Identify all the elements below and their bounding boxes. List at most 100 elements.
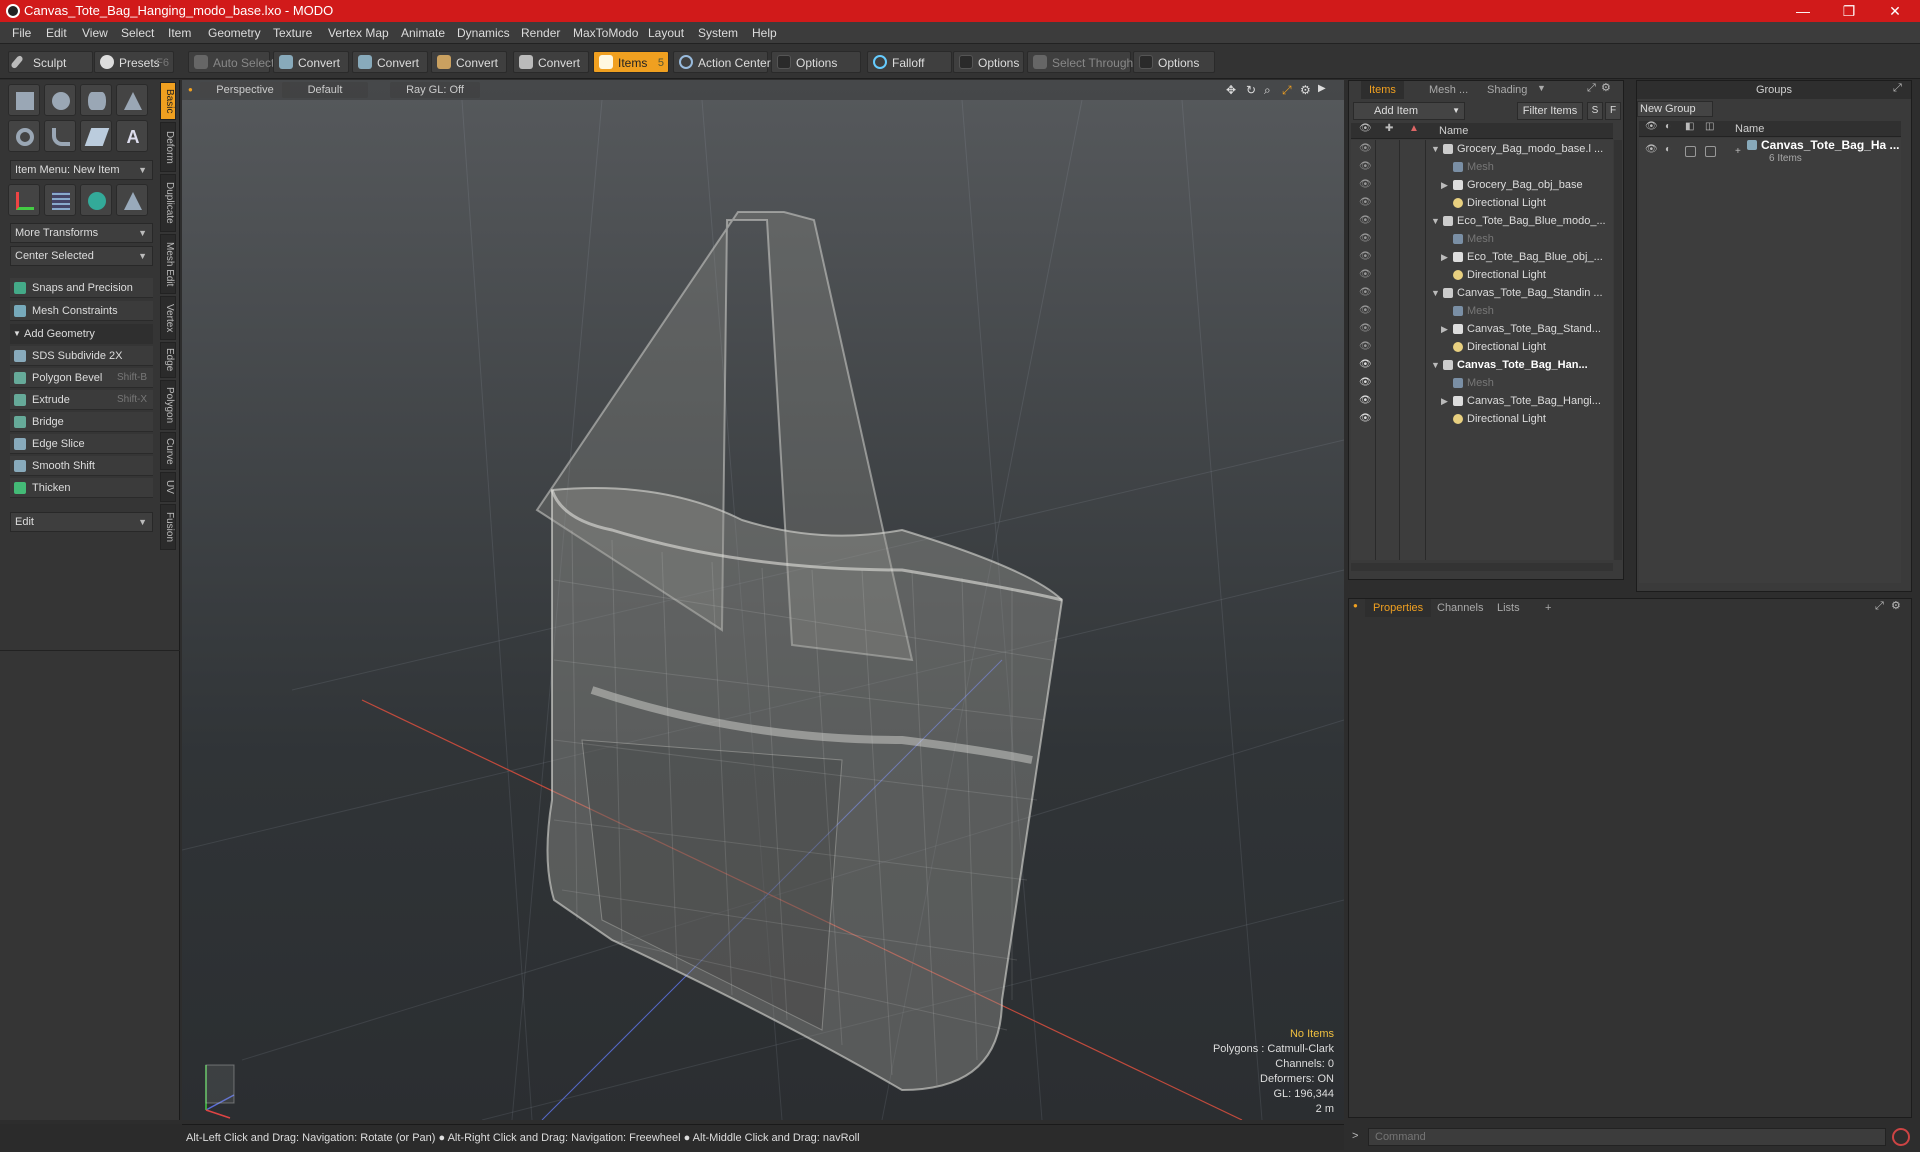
collapse-arrow-icon[interactable]: ▼ [1431, 140, 1440, 158]
collapse-arrow-icon[interactable]: ▼ [1431, 284, 1440, 302]
snaps-precision-button[interactable]: Snaps and Precision [10, 278, 153, 298]
gear-icon[interactable]: ⚙ [1601, 81, 1611, 94]
panel-menu-icon[interactable]: ● [1353, 601, 1358, 610]
eye-icon[interactable]: 👁 [1359, 176, 1372, 194]
grid-button[interactable] [44, 184, 76, 216]
sculpt-button[interactable]: Sculpt [8, 51, 93, 73]
shading-default-button[interactable]: Default [282, 82, 368, 98]
gear-icon[interactable]: ⚙ [1891, 599, 1901, 612]
items-tree-row[interactable]: 👁 ▶ Canvas_Tote_Bag_Stand... [1351, 320, 1613, 338]
tab-polygon[interactable]: Polygon [160, 380, 176, 430]
eye-icon[interactable]: 👁 [1359, 338, 1372, 356]
items-tree-row[interactable]: 👁 Directional Light [1351, 410, 1613, 428]
menu-render[interactable]: Render [521, 22, 560, 44]
tab-fusion[interactable]: Fusion [160, 504, 176, 550]
expand-arrow-icon[interactable]: ▶ [1318, 83, 1326, 94]
convert-button-3[interactable]: Convert [431, 51, 507, 73]
eye-icon[interactable]: 👁 [1359, 410, 1372, 428]
items-tree-row[interactable]: 👁 ▼ Grocery_Bag_modo_base.l ... [1351, 140, 1613, 158]
record-icon[interactable] [1892, 1128, 1910, 1146]
cylinder-primitive-button[interactable] [80, 84, 112, 116]
more-transforms-dropdown[interactable]: More Transforms ▼ [10, 223, 153, 243]
eye-icon[interactable]: 👁 [1359, 230, 1372, 248]
viewport-menu-icon[interactable]: ● [188, 85, 193, 94]
eye-icon[interactable]: 👁 [1359, 158, 1372, 176]
menu-layout[interactable]: Layout [648, 22, 684, 44]
tab-mesh-edit[interactable]: Mesh Edit [160, 234, 176, 294]
tab-channels[interactable]: Channels [1429, 599, 1491, 617]
tab-edge[interactable]: Edge [160, 342, 176, 378]
eye-icon[interactable]: 👁 [1359, 284, 1372, 302]
action-center-button[interactable]: Action Center [673, 51, 771, 73]
items-tree-row[interactable]: 👁 ▶ Eco_Tote_Bag_Blue_obj_... [1351, 248, 1613, 266]
tab-dropdown-icon[interactable]: ▼ [1537, 83, 1546, 93]
convert-button-2[interactable]: Convert [352, 51, 428, 73]
thicken-button[interactable]: Thicken [10, 478, 153, 498]
item-menu-dropdown[interactable]: Item Menu: New Item ▼ [10, 160, 153, 180]
tab-vertex[interactable]: Vertex [160, 296, 176, 340]
polygon-bevel-button[interactable]: Polygon Bevel Shift-B [10, 368, 153, 388]
menu-file[interactable]: File [12, 22, 31, 44]
expand-arrow-icon[interactable]: ▶ [1441, 320, 1448, 338]
menu-view[interactable]: View [82, 22, 108, 44]
perspective-button[interactable]: Perspective [200, 82, 290, 98]
restore-icon[interactable]: ❐ [1826, 0, 1872, 22]
expand-icon[interactable]: ⤢ [1893, 82, 1902, 95]
render-toggle-icon[interactable]: ◐ [1665, 144, 1671, 155]
falloff-button[interactable]: Falloff [867, 51, 952, 73]
close-icon[interactable]: ✕ [1872, 0, 1918, 22]
items-tree-row[interactable]: 👁 Mesh [1351, 374, 1613, 392]
tab-duplicate[interactable]: Duplicate [160, 174, 176, 232]
sphere-primitive-button[interactable] [44, 84, 76, 116]
auto-select-button[interactable]: Auto Select [188, 51, 274, 73]
command-input[interactable] [1368, 1128, 1886, 1146]
add-tab-button[interactable]: + [1537, 599, 1559, 617]
cone-primitive-button[interactable] [116, 84, 148, 116]
tab-deform[interactable]: Deform [160, 122, 176, 172]
pan-icon[interactable]: ✥ [1226, 83, 1236, 97]
tab-items[interactable]: Items [1361, 81, 1404, 99]
convert-button-4[interactable]: Convert [513, 51, 589, 73]
items-tree-row[interactable]: 👁 ▼ Canvas_Tote_Bag_Standin ... [1351, 284, 1613, 302]
expand-icon[interactable]: ⤢ [1875, 600, 1884, 613]
rotate-icon[interactable]: ↻ [1246, 83, 1256, 97]
options-button-3[interactable]: Options [1133, 51, 1215, 73]
smooth-shift-button[interactable]: Smooth Shift [10, 456, 153, 476]
items-tree-row[interactable]: 👁 ▶ Canvas_Tote_Bag_Hangi... [1351, 392, 1613, 410]
eye-icon[interactable]: 👁 [1359, 320, 1372, 338]
menu-item[interactable]: Item [168, 22, 191, 44]
tab-lists[interactable]: Lists [1489, 599, 1528, 617]
plane-button[interactable] [116, 184, 148, 216]
menu-vertex-map[interactable]: Vertex Map [328, 22, 389, 44]
lock-checkbox[interactable] [1685, 146, 1696, 157]
expand-icon[interactable]: ⤢ [1587, 82, 1596, 95]
items-tree-row[interactable]: 👁 Directional Light [1351, 338, 1613, 356]
expand-arrow-icon[interactable]: ▶ [1441, 176, 1448, 194]
items-tree-row[interactable]: 👁 Mesh [1351, 158, 1613, 176]
torus-primitive-button[interactable] [8, 120, 40, 152]
tab-shading[interactable]: Shading [1479, 81, 1535, 99]
tab-curve[interactable]: Curve [160, 432, 176, 470]
extrude-button[interactable]: Extrude Shift-X [10, 390, 153, 410]
expand-plus-icon[interactable]: + [1735, 146, 1741, 157]
collapse-arrow-icon[interactable]: ▼ [1431, 356, 1440, 374]
edit-dropdown[interactable]: Edit ▼ [10, 512, 153, 532]
items-mode-button[interactable]: Items 5 [593, 51, 669, 73]
items-tree-row[interactable]: 👁 ▼ Eco_Tote_Bag_Blue_modo_... [1351, 212, 1613, 230]
items-horizontal-scrollbar[interactable] [1351, 563, 1613, 571]
eye-icon[interactable]: 👁 [1359, 374, 1372, 392]
menu-select[interactable]: Select [121, 22, 154, 44]
gear-icon[interactable]: ⚙ [1300, 83, 1311, 97]
add-geometry-header[interactable]: ▼ Add Geometry [10, 324, 153, 344]
zoom-icon[interactable]: ⌕ [1264, 83, 1271, 98]
edge-slice-button[interactable]: Edge Slice [10, 434, 153, 454]
s-toggle-button[interactable]: S [1587, 102, 1603, 120]
fit-icon[interactable]: ⤢ [1282, 83, 1292, 98]
pen-tool-button[interactable] [80, 120, 112, 152]
items-tree-row[interactable]: 👁 Mesh [1351, 230, 1613, 248]
curve-primitive-button[interactable] [44, 120, 76, 152]
eye-icon[interactable]: 👁 [1359, 392, 1372, 410]
items-tree-row[interactable]: 👁 Mesh [1351, 302, 1613, 320]
collapse-arrow-icon[interactable]: ▼ [1431, 212, 1440, 230]
expand-arrow-icon[interactable]: ▶ [1441, 248, 1448, 266]
